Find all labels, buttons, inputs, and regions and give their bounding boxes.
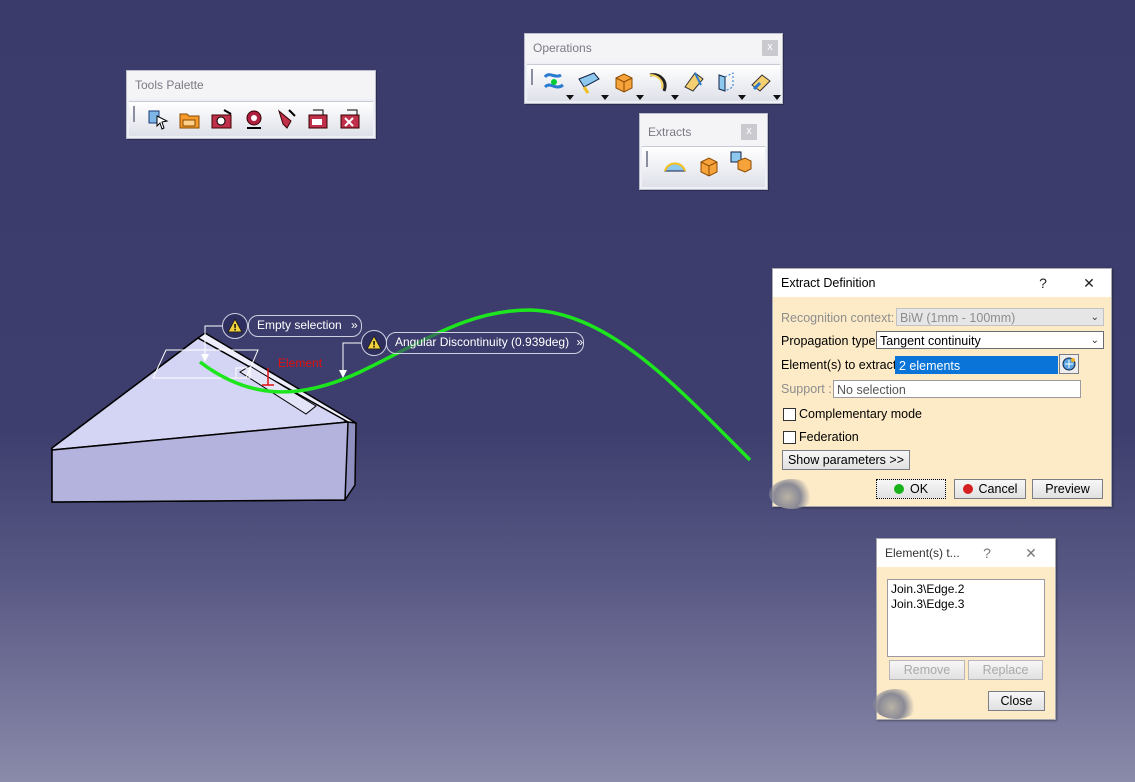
help-button[interactable]: ?	[1031, 269, 1055, 297]
operations-toolbar[interactable]: Operations x	[524, 33, 783, 104]
preview-button[interactable]: Preview	[1032, 479, 1103, 499]
close-edit-icon[interactable]	[337, 106, 363, 132]
help-button[interactable]: ?	[975, 539, 999, 567]
show-parameters-button[interactable]: Show parameters >>	[782, 450, 910, 470]
dialog-title[interactable]: Extract Definition	[773, 269, 1111, 297]
toolbar-grip[interactable]	[133, 106, 135, 122]
chevron-down-icon[interactable]	[636, 95, 644, 100]
chevron-down-icon[interactable]	[566, 95, 574, 100]
close-dialog-button[interactable]: Close	[988, 691, 1045, 711]
list-item[interactable]: Join.3\Edge.3	[891, 597, 1041, 612]
extracts-toolbar[interactable]: Extracts x	[639, 113, 768, 190]
replace-button[interactable]: Replace	[968, 660, 1043, 680]
open-folder-icon[interactable]	[177, 106, 203, 132]
federation-label: Federation	[799, 430, 859, 444]
elements-list-dialog[interactable]: Element(s) t... ? ✕ Join.3\Edge.2 Join.3…	[873, 538, 1056, 720]
extrapolate-icon[interactable]	[713, 69, 739, 95]
untrim-icon[interactable]	[748, 69, 774, 95]
select-icon[interactable]	[145, 106, 171, 132]
green-dot-icon	[893, 484, 904, 494]
chevron-down-icon[interactable]	[738, 95, 746, 100]
chevron-down-icon[interactable]	[671, 95, 679, 100]
elements-listbox[interactable]: Join.3\Edge.2 Join.3\Edge.3	[887, 579, 1045, 657]
edit-point-icon[interactable]	[305, 106, 331, 132]
recognition-context-label: Recognition context:	[781, 311, 895, 325]
support-label: Support :	[781, 382, 832, 396]
heal-icon[interactable]	[576, 69, 602, 95]
complementary-mode-label: Complementary mode	[799, 407, 922, 421]
elements-to-extract-field[interactable]: 2 elements	[895, 356, 1058, 374]
expand-chevron-icon: »	[576, 335, 584, 349]
toolbar-title[interactable]: Operations	[525, 34, 782, 62]
join-icon[interactable]	[541, 69, 567, 95]
chevron-down-icon[interactable]	[773, 95, 781, 100]
capture-icon[interactable]	[209, 106, 235, 132]
list-item[interactable]: Join.3\Edge.2	[891, 582, 1041, 597]
catia-logo	[769, 479, 815, 509]
close-icon[interactable]: x	[741, 124, 757, 140]
federation-checkbox[interactable]	[783, 431, 796, 444]
propagation-type-select[interactable]: Tangent continuity ⌄	[876, 331, 1104, 349]
expand-chevron-icon: »	[351, 318, 358, 332]
measure-icon[interactable]	[273, 106, 299, 132]
chevron-down-icon[interactable]: ⌄	[1091, 332, 1099, 348]
extract-icon[interactable]	[611, 69, 637, 95]
cancel-button[interactable]: Cancel	[954, 479, 1026, 499]
catia-logo	[873, 689, 919, 719]
inspect-icon[interactable]	[241, 106, 267, 132]
element-label: Element	[278, 356, 323, 370]
extract-icon[interactable]	[696, 153, 722, 179]
ok-button[interactable]: OK	[876, 479, 946, 499]
toolbar-grip[interactable]	[531, 69, 533, 85]
element-list-icon[interactable]	[1059, 354, 1079, 374]
multiple-extract-icon[interactable]	[728, 149, 754, 175]
recognition-context-select: BiW (1mm - 100mm) ⌄	[896, 308, 1104, 326]
fillet-icon[interactable]	[646, 69, 672, 95]
propagation-type-label: Propagation type:	[781, 334, 879, 348]
svg-text:!: !	[233, 324, 237, 334]
tools-palette-toolbar[interactable]: Tools Palette	[126, 70, 376, 139]
angular-discontinuity-callout[interactable]: Angular Discontinuity (0.939deg) »	[386, 332, 584, 354]
empty-selection-callout[interactable]: Empty selection »	[248, 315, 362, 337]
chevron-down-icon[interactable]	[601, 95, 609, 100]
boundary-icon[interactable]	[662, 153, 688, 179]
close-button[interactable]: ✕	[1077, 269, 1101, 297]
elements-to-extract-label: Element(s) to extract:	[781, 358, 900, 372]
toolbar-title[interactable]: Tools Palette	[127, 71, 375, 99]
close-button[interactable]: ✕	[1019, 539, 1043, 567]
red-dot-icon	[962, 484, 973, 494]
complementary-mode-checkbox[interactable]	[783, 408, 796, 421]
toolbar-grip[interactable]	[646, 151, 648, 167]
remove-button[interactable]: Remove	[889, 660, 965, 680]
chevron-down-icon: ⌄	[1090, 312, 1099, 323]
close-icon[interactable]: x	[762, 40, 778, 56]
svg-text:!: !	[372, 341, 376, 351]
extract-definition-dialog[interactable]: Extract Definition ? ✕ Recognition conte…	[769, 268, 1112, 509]
warning-icon: !	[222, 313, 248, 339]
support-field[interactable]: No selection	[833, 380, 1081, 398]
transform-icon[interactable]	[681, 69, 707, 95]
warning-icon: !	[361, 330, 387, 356]
